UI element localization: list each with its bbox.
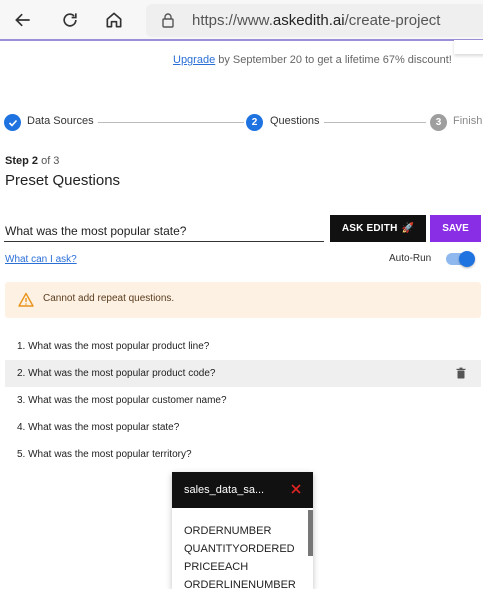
step-label-finish: Finish bbox=[453, 115, 483, 127]
step-complete-icon bbox=[4, 114, 21, 131]
back-button[interactable] bbox=[11, 8, 35, 32]
warning-icon bbox=[18, 292, 34, 307]
question-item[interactable]: 3. What was the most popular customer na… bbox=[5, 387, 481, 414]
column-item[interactable]: QUANTITYORDERED bbox=[184, 540, 296, 558]
column-list: ORDERNUMBER QUANTITYORDERED PRICEEACH OR… bbox=[184, 522, 296, 589]
check-icon bbox=[8, 119, 17, 127]
column-item[interactable]: ORDERNUMBER bbox=[184, 522, 296, 540]
rocket-icon: 🚀 bbox=[401, 223, 415, 234]
step-label-data-sources: Data Sources bbox=[27, 115, 94, 127]
ask-edith-button[interactable]: ASK EDITH 🚀 bbox=[330, 215, 426, 242]
step-connector bbox=[98, 122, 244, 123]
page-title: Preset Questions bbox=[5, 172, 121, 189]
autorun-label: Auto-Run bbox=[389, 253, 432, 264]
popup-scrollbar[interactable] bbox=[308, 510, 313, 556]
question-item[interactable]: 1. What was the most popular product lin… bbox=[5, 333, 481, 360]
browser-toolbar: https://www.askedith.ai/create-project bbox=[0, 0, 483, 41]
upgrade-promo: Upgrade by September 20 to get a lifetim… bbox=[173, 54, 452, 66]
question-item[interactable]: 4. What was the most popular state? bbox=[5, 414, 481, 441]
close-icon[interactable] bbox=[290, 483, 302, 495]
arrow-left-icon bbox=[15, 13, 30, 27]
column-item[interactable]: ORDERLINENUMBER bbox=[184, 576, 296, 589]
popup-title: sales_data_sa... bbox=[184, 484, 265, 496]
warning-text: Cannot add repeat questions. bbox=[43, 293, 175, 304]
upgrade-link[interactable]: Upgrade bbox=[173, 54, 215, 66]
reload-button[interactable] bbox=[58, 8, 82, 32]
home-button[interactable] bbox=[102, 8, 126, 32]
home-icon bbox=[106, 12, 122, 28]
reload-icon bbox=[63, 13, 77, 27]
trash-icon[interactable] bbox=[455, 367, 467, 379]
table-columns-popup: sales_data_sa... ORDERNUMBER QUANTITYORD… bbox=[172, 472, 313, 589]
lock-icon bbox=[162, 13, 174, 28]
progress-stepper: Data Sources 2 Questions 3 Finish bbox=[4, 112, 483, 132]
save-button[interactable]: SAVE bbox=[430, 215, 481, 242]
step-connector bbox=[324, 122, 426, 123]
step-number-3: 3 bbox=[430, 114, 447, 131]
question-input[interactable] bbox=[4, 220, 324, 242]
question-item[interactable]: 5. What was the most popular territory? bbox=[5, 441, 481, 468]
step-number-2: 2 bbox=[246, 114, 263, 131]
question-list: 1. What was the most popular product lin… bbox=[5, 333, 481, 468]
column-item[interactable]: PRICEEACH bbox=[184, 558, 296, 576]
what-can-i-ask-link[interactable]: What can I ask? bbox=[5, 254, 77, 265]
step-label-questions: Questions bbox=[270, 115, 320, 127]
toggle-knob bbox=[459, 251, 475, 267]
popup-header: sales_data_sa... bbox=[172, 472, 313, 508]
url-text: https://www.askedith.ai/create-project bbox=[192, 12, 441, 29]
warning-alert: Cannot add repeat questions. bbox=[5, 282, 481, 318]
autorun-toggle[interactable] bbox=[446, 251, 475, 267]
address-bar[interactable]: https://www.askedith.ai/create-project bbox=[146, 4, 483, 37]
step-counter: Step 2 of 3 bbox=[5, 155, 60, 167]
question-item[interactable]: 2. What was the most popular product cod… bbox=[5, 360, 481, 387]
promo-card-edge bbox=[454, 40, 483, 54]
